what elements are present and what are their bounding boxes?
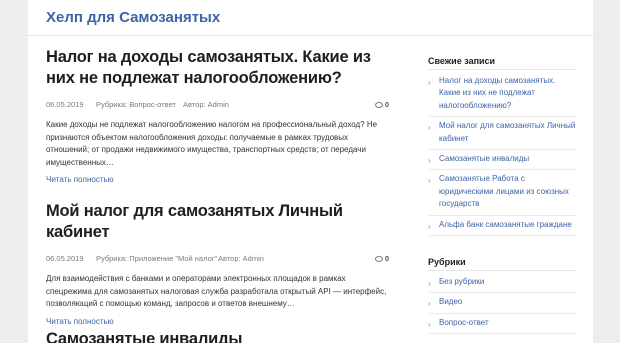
- comment-count: 0: [384, 100, 389, 109]
- chevron-right-icon: ›: [428, 221, 431, 231]
- post-excerpt: Какие доходы не подлежат налогообложению…: [46, 120, 378, 167]
- comment-icon: [374, 256, 383, 262]
- post-date: 06.05.2019: [46, 254, 84, 263]
- chevron-right-icon: ›: [428, 176, 431, 186]
- post-title-link[interactable]: Налог на доходы самозанятых. Какие из ни…: [46, 47, 391, 89]
- read-more-link[interactable]: Читать полностью: [46, 317, 114, 326]
- recent-post-link[interactable]: › Мой налог для самозанятых Личный кабине…: [428, 120, 576, 151]
- post-card: Мой налог для самозанятых Личный кабинет…: [46, 201, 391, 329]
- chevron-right-icon: ›: [428, 299, 431, 309]
- post-author-link[interactable]: Автор: Admin: [183, 100, 229, 109]
- post-card: Налог на доходы самозанятых. Какие из ни…: [46, 47, 391, 187]
- post-comments-link[interactable]: 0: [374, 254, 389, 263]
- read-more-link[interactable]: Читать полностью: [46, 175, 114, 184]
- post-comments-link[interactable]: 0: [374, 100, 389, 109]
- category-link[interactable]: › Вопрос-ответ: [428, 317, 576, 335]
- recent-post-label: Самозанятые Работа с юридическими лицами…: [439, 174, 569, 209]
- post-category-link[interactable]: Рубрика: Приложение "Мой налог": [96, 254, 217, 263]
- categories-list: › Без рубрики › Видео › Вопрос-ответ: [428, 276, 576, 335]
- post-excerpt: Для взаимодействия с банками и оператора…: [46, 274, 387, 308]
- post-title-link[interactable]: Самозанятые инвалиды: [46, 329, 391, 343]
- comment-count: 0: [384, 254, 389, 263]
- category-label: Видео: [439, 297, 463, 307]
- post-meta: 06.05.2019 Рубрика: Вопрос-ответ Автор: …: [46, 100, 391, 114]
- recent-post-label: Самозанятые инвалиды: [439, 154, 530, 164]
- post-category-link[interactable]: Рубрика: Вопрос-ответ: [96, 100, 176, 109]
- category-label: Вопрос-ответ: [439, 317, 489, 327]
- recent-posts-list: › Налог на доходы самозанятых. Какие из н…: [428, 75, 576, 237]
- chevron-right-icon: ›: [428, 319, 431, 329]
- category-link[interactable]: › Без рубрики: [428, 276, 576, 294]
- sidebar: Свежие записи › Налог на доходы самозанят…: [428, 56, 576, 337]
- comment-icon: [374, 102, 383, 108]
- post-date: 06.05.2019: [46, 100, 84, 109]
- post-author-link[interactable]: Автор: Admin: [218, 254, 264, 263]
- post-meta: 06.05.2019 Рубрика: Приложение "Мой нало…: [46, 254, 391, 268]
- recent-post-label: Альфа банк самозанятые граждане: [439, 219, 572, 229]
- recent-post-link[interactable]: › Самозанятые Работа с юридическими лицам…: [428, 173, 576, 216]
- chevron-right-icon: ›: [428, 78, 431, 87]
- post-card: Самозанятые инвалиды: [46, 329, 391, 343]
- widget-title: Свежие записи: [428, 56, 576, 70]
- recent-post-label: Мой налог для самозанятых Личный кабинет: [439, 121, 576, 143]
- recent-post-label: Налог на доходы самозанятых. Какие из ни…: [439, 76, 556, 110]
- chevron-right-icon: ›: [428, 279, 431, 289]
- category-label: Без рубрики: [439, 277, 485, 287]
- recent-posts-widget: Свежие записи › Налог на доходы самозанят…: [428, 56, 576, 237]
- category-link[interactable]: › Видео: [428, 296, 576, 314]
- recent-post-link[interactable]: › Налог на доходы самозанятых. Какие из н…: [428, 75, 576, 118]
- site-header: Хелп для Самозанятых: [28, 0, 593, 36]
- widget-title: Рубрики: [428, 257, 576, 272]
- post-title-link[interactable]: Мой налог для самозанятых Личный кабинет: [46, 201, 391, 243]
- categories-widget: Рубрики › Без рубрики › Видео › Вопрос-отве…: [428, 257, 576, 335]
- chevron-right-icon: ›: [428, 123, 431, 133]
- recent-post-link[interactable]: › Самозанятые инвалиды: [428, 153, 576, 171]
- site-title-link[interactable]: Хелп для Самозанятых: [46, 9, 220, 26]
- page: Хелп для Самозанятых Налог на доходы сам…: [28, 0, 593, 343]
- chevron-right-icon: ›: [428, 156, 431, 166]
- recent-post-link[interactable]: › Альфа банк самозанятые граждане: [428, 219, 576, 237]
